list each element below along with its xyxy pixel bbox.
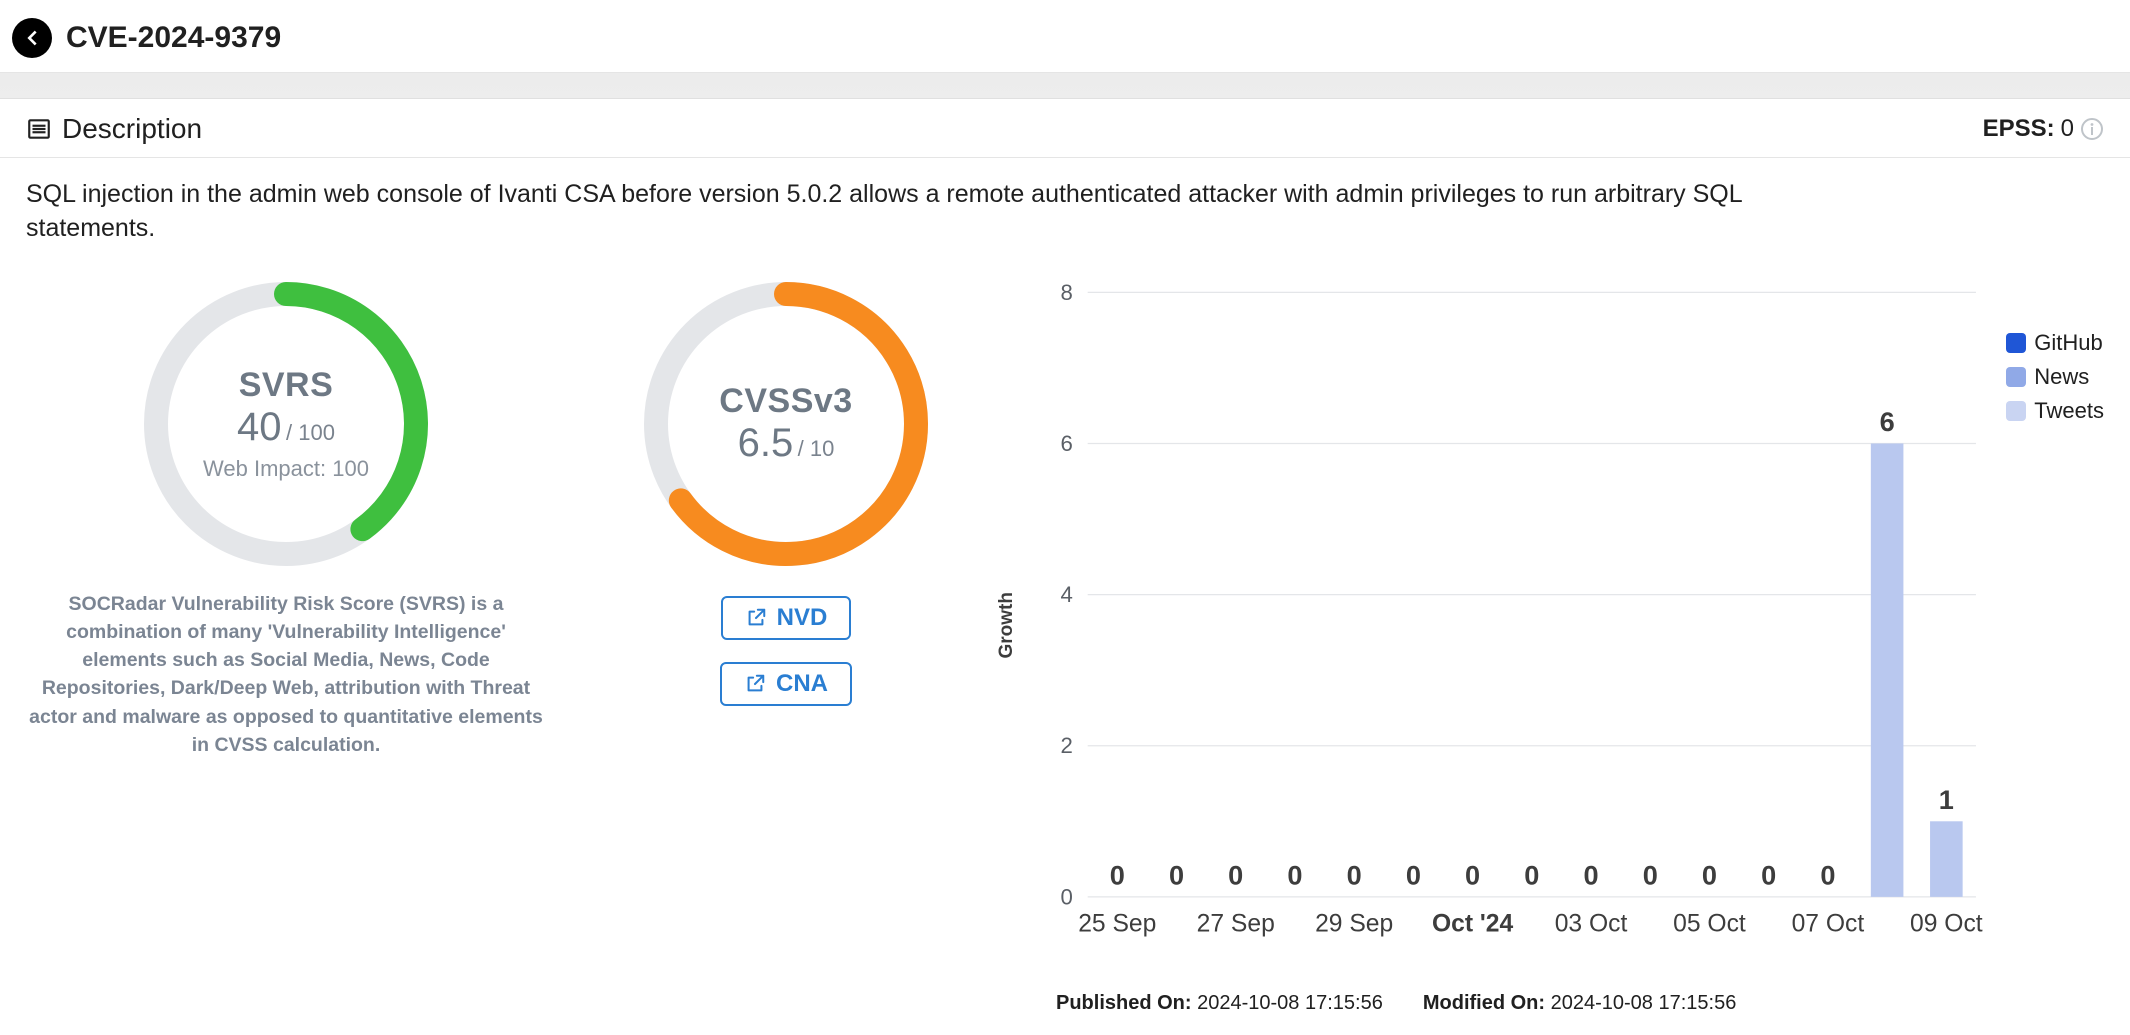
separator-bar	[0, 73, 2130, 99]
cna-label: CNA	[776, 670, 828, 698]
svrs-sub: Web Impact: 100	[203, 456, 369, 482]
svg-text:1: 1	[1939, 783, 1954, 814]
legend-item[interactable]: News	[2006, 364, 2104, 390]
svg-text:6: 6	[1880, 406, 1895, 437]
chart-legend: GitHub News Tweets	[1988, 280, 2104, 971]
svg-text:03 Oct: 03 Oct	[1555, 910, 1628, 937]
section-header: Description EPSS: 0	[0, 99, 2130, 158]
legend-item[interactable]: Tweets	[2006, 398, 2104, 424]
svg-text:8: 8	[1061, 280, 1073, 305]
cvss-gauge: CVSSv3 6.5 / 10	[636, 274, 936, 574]
link-buttons: NVD CNA	[720, 596, 852, 706]
chart-ylabel: Growth	[996, 592, 1018, 659]
svg-text:29 Sep: 29 Sep	[1315, 910, 1393, 937]
svg-text:0: 0	[1583, 859, 1598, 890]
external-link-icon	[744, 673, 766, 695]
gauges-column: SVRS 40 / 100 Web Impact: 100 SOCRadar V…	[26, 274, 936, 1016]
published-value: 2024-10-08 17:15:56	[1197, 992, 1383, 1014]
svrs-max: / 100	[286, 420, 335, 445]
section-title: Description	[26, 113, 202, 145]
svrs-gauge: SVRS 40 / 100 Web Impact: 100	[136, 274, 436, 574]
svg-text:0: 0	[1347, 859, 1362, 890]
cvss-max: / 10	[798, 436, 835, 461]
svg-text:2: 2	[1061, 733, 1073, 758]
svg-text:27 Sep: 27 Sep	[1197, 910, 1275, 937]
svg-text:0: 0	[1110, 859, 1125, 890]
cvss-center: CVSSv3 6.5 / 10	[636, 274, 936, 574]
legend-swatch	[2006, 367, 2026, 387]
growth-chart: Growth 02468025 Sep0027 Sep0029 Sep00Oct…	[996, 280, 2104, 971]
cvss-block: CVSSv3 6.5 / 10 NVD CNA	[636, 274, 936, 1016]
cvss-value: 6.5	[738, 421, 794, 465]
epss-score: EPSS: 0	[1983, 115, 2104, 143]
svg-text:25 Sep: 25 Sep	[1078, 910, 1156, 937]
metrics-row: SVRS 40 / 100 Web Impact: 100 SOCRadar V…	[26, 274, 2104, 1016]
svg-text:0: 0	[1228, 859, 1243, 890]
svrs-name: SVRS	[239, 366, 334, 405]
cna-link[interactable]: CNA	[720, 662, 852, 706]
svg-text:4: 4	[1061, 581, 1073, 606]
content-area: SQL injection in the admin web console o…	[0, 158, 2130, 1035]
svrs-block: SVRS 40 / 100 Web Impact: 100 SOCRadar V…	[26, 274, 546, 1016]
svg-text:0: 0	[1524, 859, 1539, 890]
legend-swatch	[2006, 401, 2026, 421]
legend-label: GitHub	[2034, 330, 2102, 356]
back-button[interactable]	[12, 18, 52, 58]
cvss-name: CVSSv3	[719, 382, 852, 421]
modified-label: Modified On:	[1423, 992, 1545, 1014]
svg-text:0: 0	[1287, 859, 1302, 890]
svrs-note: SOCRadar Vulnerability Risk Score (SVRS)…	[26, 590, 546, 760]
epss-value: 0	[2061, 115, 2074, 143]
svg-text:0: 0	[1702, 859, 1717, 890]
bar-chart: 02468025 Sep0027 Sep0029 Sep00Oct '24000…	[1026, 280, 1988, 971]
legend-label: News	[2034, 364, 2089, 390]
legend-item[interactable]: GitHub	[2006, 330, 2104, 356]
page-header: CVE-2024-9379	[0, 0, 2130, 73]
info-icon[interactable]	[2080, 117, 2104, 141]
nvd-label: NVD	[777, 604, 828, 632]
legend-swatch	[2006, 333, 2026, 353]
svg-text:6: 6	[1061, 430, 1073, 455]
arrow-left-icon	[21, 27, 43, 49]
list-icon	[26, 116, 52, 142]
nvd-link[interactable]: NVD	[721, 596, 852, 640]
svg-text:0: 0	[1061, 884, 1073, 909]
publish-modify-dates: Published On: 2024-10-08 17:15:56 Modifi…	[1056, 992, 2104, 1015]
svg-text:0: 0	[1820, 859, 1835, 890]
svg-text:07 Oct: 07 Oct	[1792, 910, 1865, 937]
svg-text:05 Oct: 05 Oct	[1673, 910, 1746, 937]
svg-text:0: 0	[1169, 859, 1184, 890]
svrs-value: 40	[237, 405, 282, 449]
legend-label: Tweets	[2034, 398, 2104, 424]
svg-text:09 Oct: 09 Oct	[1910, 910, 1983, 937]
external-link-icon	[745, 607, 767, 629]
svg-text:0: 0	[1643, 859, 1658, 890]
section-title-text: Description	[62, 113, 202, 145]
chart-column: Growth 02468025 Sep0027 Sep0029 Sep00Oct…	[996, 274, 2104, 1016]
epss-label: EPSS:	[1983, 115, 2055, 143]
description-text: SQL injection in the admin web console o…	[26, 178, 1746, 246]
svg-text:Oct '24: Oct '24	[1432, 910, 1514, 937]
svrs-center: SVRS 40 / 100 Web Impact: 100	[136, 274, 436, 574]
svg-text:0: 0	[1406, 859, 1421, 890]
published-label: Published On:	[1056, 992, 1192, 1014]
modified-value: 2024-10-08 17:15:56	[1551, 992, 1737, 1014]
svg-text:0: 0	[1465, 859, 1480, 890]
svg-text:0: 0	[1761, 859, 1776, 890]
cve-id-title: CVE-2024-9379	[66, 21, 281, 55]
